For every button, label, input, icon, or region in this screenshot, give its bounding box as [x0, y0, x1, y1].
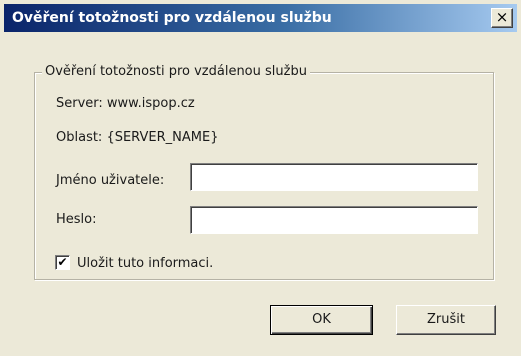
window-title: Ověření totožnosti pro vzdálenou službu	[12, 10, 332, 26]
checkmark-icon: ✔	[57, 255, 68, 269]
password-input[interactable]	[190, 206, 478, 234]
cancel-button[interactable]: Zrušit	[396, 305, 496, 335]
username-input[interactable]	[190, 163, 478, 191]
realm-info: Oblast: {SERVER_NAME}	[56, 130, 219, 145]
remember-checkbox[interactable]: ✔	[55, 255, 70, 270]
remember-label[interactable]: Uložit tuto informaci.	[77, 256, 213, 272]
server-info: Server: www.ispop.cz	[56, 96, 195, 111]
groupbox-legend: Ověření totožnosti pro vzdálenou službu	[42, 64, 310, 80]
close-button[interactable]: ×	[491, 8, 513, 28]
password-label: Heslo:	[56, 212, 97, 227]
ok-button[interactable]: OK	[270, 305, 373, 335]
username-label: Jméno uživatele:	[56, 173, 165, 188]
title-bar[interactable]: Ověření totožnosti pro vzdálenou službu …	[4, 4, 517, 32]
auth-dialog: Ověření totožnosti pro vzdálenou službu …	[0, 0, 521, 356]
close-icon: ×	[495, 8, 509, 26]
